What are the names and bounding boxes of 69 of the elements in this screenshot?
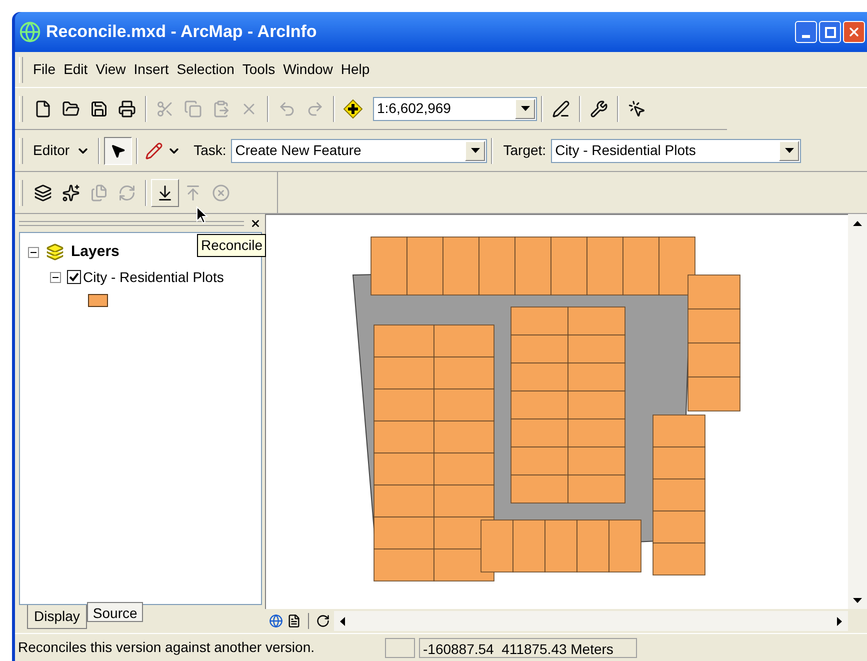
tree-item[interactable]: City - Residential Plots [83,266,224,288]
legend-symbol [88,294,108,306]
dropdown-arrow-icon [470,148,480,153]
menu-item[interactable]: Selection [172,59,238,80]
printer-icon [118,100,136,118]
folder-icon [62,100,80,118]
cursor-icon [196,206,208,224]
dropdown-arrow-icon [784,148,794,153]
scissors-icon [156,100,174,118]
globe-icon[interactable] [269,614,283,628]
close-icon [250,218,260,228]
sparkle-icon [62,184,80,202]
collapse-icon[interactable] [50,272,61,282]
file-icon [34,100,52,118]
editor-menu[interactable]: Editor [29,140,94,161]
clipboard-icon [212,100,230,118]
save-icon [90,100,108,118]
map-canvas[interactable] [265,214,848,609]
minimize-icon [802,35,810,38]
pencil-icon [144,142,163,160]
refresh-icon [118,184,136,202]
add-data-icon [343,98,363,118]
dropdown-arrow-icon [520,106,530,111]
maximize-button[interactable] [819,21,841,43]
menu-item[interactable]: File [29,59,60,80]
coordinates: -160887.54 411875.43 Meters [419,638,637,658]
minimize-button[interactable] [795,21,817,43]
files-icon [90,184,108,202]
select-tool-button[interactable] [104,136,132,164]
status-message: Reconciles this version against another version. [17,638,316,657]
refresh-icon[interactable] [316,614,330,628]
menu-item[interactable]: Edit [60,59,92,80]
arrow-down-icon [156,184,174,202]
menu-item[interactable]: Help [336,59,374,80]
task-label: Task: [194,141,226,160]
menu-item[interactable]: View [92,59,130,80]
menu-item[interactable]: Tools [238,59,280,80]
undo-icon [278,100,296,118]
tooltip: Reconcile [197,234,266,257]
status-panel [385,638,415,658]
arrow-down-button[interactable] [151,178,179,206]
task-field[interactable]: Create New Feature [231,138,488,162]
page-icon[interactable] [287,614,301,628]
tab[interactable]: Source [86,602,144,622]
collapse-icon[interactable] [28,246,39,258]
wrench-icon [590,100,608,118]
target-field[interactable]: City - Residential Plots [551,138,802,162]
arrow-up-icon [184,184,202,202]
layers-icon [45,243,65,262]
pointer-icon [110,142,126,158]
globe-icon [19,21,41,43]
menu-item[interactable]: Window [279,59,337,80]
maximize-icon [824,26,836,38]
copy-icon [184,100,202,118]
close-icon [847,25,861,39]
window-title: Reconcile.mxd - ArcMap - ArcInfo [46,21,317,44]
layers-icon [34,184,52,202]
redo-icon [306,100,324,118]
pen-icon [552,100,570,118]
menu-item[interactable]: Insert [130,59,173,80]
horizontal-scrollbar[interactable] [334,611,848,631]
pointer-help-icon [628,100,646,118]
vertical-scrollbar[interactable] [848,214,867,609]
target-label: Target: [503,141,546,160]
discard-icon [212,184,230,202]
tab[interactable]: Display [27,605,87,629]
checkbox[interactable] [67,270,81,284]
tree-item[interactable]: Layers [71,241,120,264]
scale-field[interactable]: 1:6,602,969 [373,96,537,120]
